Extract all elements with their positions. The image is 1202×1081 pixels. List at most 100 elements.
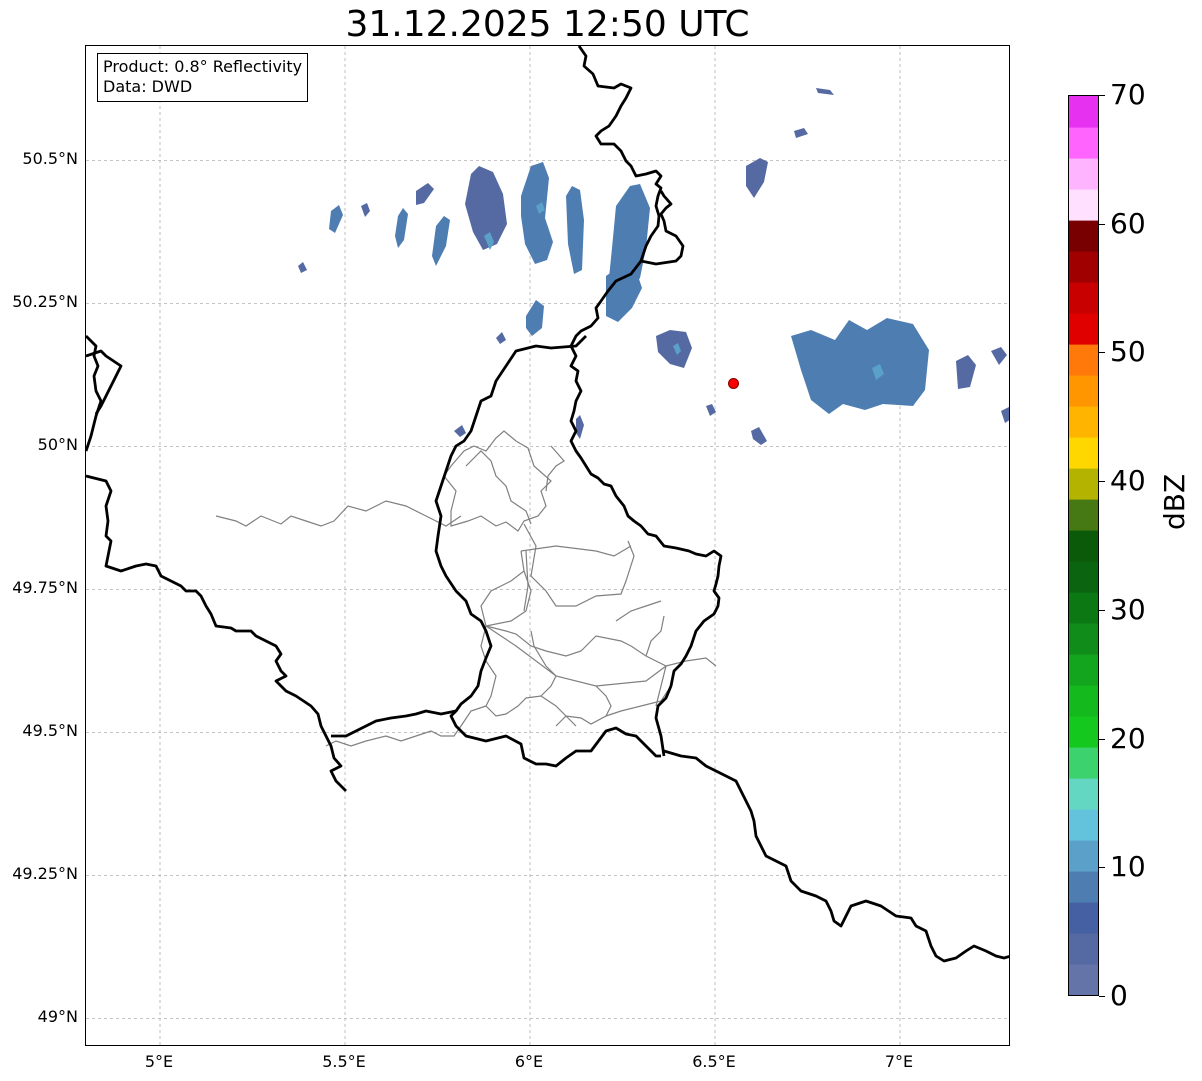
lon-tick-label: 5°E	[144, 1052, 174, 1071]
colorbar-tick-label: 30	[1110, 592, 1146, 626]
colorbar-tick-label: 40	[1110, 464, 1146, 498]
echo-cluster	[816, 88, 834, 95]
echo-cluster	[416, 183, 434, 205]
colorbar-band	[1069, 592, 1098, 624]
echo-cluster	[395, 208, 408, 248]
province-border	[485, 695, 577, 727]
colorbar-band	[1069, 623, 1098, 655]
province-border	[215, 500, 462, 527]
echo-cluster	[432, 216, 450, 266]
echo-cluster	[329, 205, 343, 233]
lat-tick-label: 49.75°N	[12, 578, 78, 598]
colorbar-tick-mark	[1099, 867, 1105, 869]
lat-tick-label: 50°N	[37, 435, 78, 455]
echo-cluster	[794, 128, 808, 138]
colorbar-band	[1069, 158, 1098, 190]
province-border	[480, 550, 532, 627]
country-border	[663, 749, 1009, 963]
colorbar-tick-label: 60	[1110, 206, 1146, 240]
data-source-label: Data: DWD	[103, 77, 193, 96]
colorbar-tick-mark	[1099, 996, 1105, 997]
province-border	[523, 550, 529, 612]
echo-cluster	[566, 186, 584, 274]
colorbar-tick-mark	[1099, 352, 1105, 354]
echo-cluster	[606, 266, 642, 322]
colorbar-band	[1069, 282, 1098, 314]
colorbar-tick-mark	[1099, 609, 1105, 611]
echo-cluster	[751, 427, 767, 445]
country-border	[569, 260, 723, 757]
echo-cluster	[576, 415, 584, 439]
colorbar-tick-mark	[1099, 95, 1105, 96]
province-border	[520, 545, 632, 557]
province-border	[530, 630, 557, 697]
map-title: 31.12.2025 12:50 UTC	[345, 4, 750, 45]
colorbar-band	[1069, 809, 1098, 841]
echo-cluster	[991, 347, 1007, 365]
echo-cluster	[454, 425, 466, 437]
colorbar-tick-label: 50	[1110, 335, 1146, 369]
lat-tick-label: 50.5°N	[22, 149, 78, 169]
colorbar-tick-label: 70	[1110, 78, 1146, 111]
colorbar-tick-label: 0	[1110, 979, 1128, 1012]
map-gridlines	[86, 46, 1009, 1045]
lon-tick-label: 5.5°E	[322, 1052, 366, 1071]
radar-echoes	[298, 88, 1009, 445]
colorbar-band	[1069, 840, 1098, 872]
province-border	[465, 450, 532, 525]
colorbar-band	[1069, 127, 1098, 159]
province-border	[615, 600, 662, 622]
radar-site-marker	[728, 377, 739, 389]
colorbar-band	[1069, 220, 1098, 252]
colorbar-band	[1069, 902, 1098, 934]
colorbar-band	[1069, 530, 1098, 562]
colorbar-band	[1069, 933, 1098, 965]
echo-cluster	[496, 332, 506, 344]
province-border	[485, 625, 667, 687]
colorbar-tick-mark	[1099, 738, 1105, 740]
country-border	[86, 474, 347, 792]
echo-cluster	[956, 355, 976, 389]
echo-cluster	[656, 330, 692, 368]
colorbar-band	[1069, 96, 1098, 128]
colorbar-band	[1069, 344, 1098, 376]
colorbar-band	[1069, 375, 1098, 407]
colorbar-band	[1069, 685, 1098, 717]
lat-tick-label: 49.25°N	[12, 864, 78, 884]
lat-tick-label: 49°N	[37, 1007, 78, 1027]
province-border	[555, 685, 612, 727]
colorbar-band	[1069, 437, 1098, 469]
province-border	[645, 615, 665, 657]
echo-cluster	[791, 318, 929, 414]
colorbar-band	[1069, 654, 1098, 686]
echo-cluster	[706, 404, 716, 416]
colorbar-band	[1069, 189, 1098, 221]
lon-tick-label: 6°E	[514, 1052, 544, 1071]
lon-tick-label: 7°E	[884, 1052, 914, 1071]
colorbar-band	[1069, 964, 1098, 995]
colorbar-band	[1069, 871, 1098, 903]
map-canvas	[86, 46, 1009, 1045]
colorbar	[1068, 95, 1099, 996]
colorbar-tick-label: 10	[1110, 850, 1146, 884]
colorbar-band	[1069, 313, 1098, 345]
lat-tick-label: 49.5°N	[22, 721, 78, 741]
colorbar-gradient	[1069, 96, 1098, 995]
colorbar-band	[1069, 251, 1098, 283]
echo-cluster	[521, 162, 553, 264]
product-info-box: Product: 0.8° Reflectivity Data: DWD	[97, 53, 309, 102]
colorbar-tick-mark	[1099, 481, 1105, 483]
colorbar-band	[1069, 716, 1098, 748]
province-border	[523, 523, 635, 607]
colorbar-band	[1069, 406, 1098, 438]
colorbar-band	[1069, 747, 1098, 779]
colorbar-tick-mark	[1099, 223, 1105, 225]
colorbar-unit-label: dBZ	[1158, 473, 1191, 530]
radar-map	[85, 45, 1010, 1046]
colorbar-band	[1069, 468, 1098, 500]
echo-cluster	[298, 262, 307, 273]
lat-tick-label: 50.25°N	[12, 292, 78, 312]
echo-cluster	[526, 300, 544, 336]
colorbar-tick-label: 20	[1110, 721, 1146, 755]
lon-tick-label: 6.5°E	[692, 1052, 736, 1071]
